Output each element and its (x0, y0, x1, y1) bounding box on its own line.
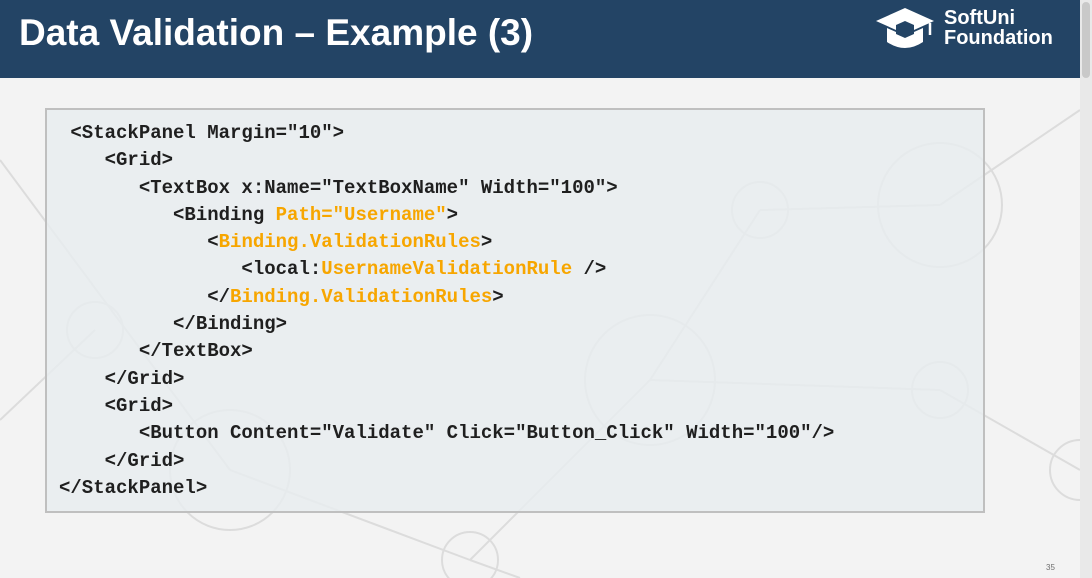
code-token: </TextBox> (59, 340, 253, 363)
code-token: <Grid> (59, 394, 174, 417)
code-token: <TextBox x:Name="TextBoxName" Width="100… (59, 176, 618, 199)
vertical-scrollbar[interactable] (1080, 0, 1092, 578)
code-token: </Binding> (59, 313, 288, 336)
code-token: </ (59, 285, 231, 308)
code-line: </StackPanel> (59, 475, 834, 502)
page-number: 35 (1046, 563, 1055, 572)
code-line: <Binding.ValidationRules> (59, 229, 834, 256)
slide-title: Data Validation – Example (3) (19, 12, 534, 53)
code-token-highlight: UsernameValidationRule (321, 258, 573, 281)
code-token: </StackPanel> (59, 476, 208, 499)
slide-header: Data Validation – Example (3) SoftUni Fo… (0, 0, 1080, 78)
code-token: </Grid> (59, 367, 185, 390)
code-line: <TextBox x:Name="TextBoxName" Width="100… (59, 175, 834, 202)
code-token-highlight: Binding.ValidationRules (218, 231, 481, 254)
softuni-logo: SoftUni Foundation (874, 4, 1074, 54)
graduation-cap-icon (876, 8, 934, 48)
scrollbar-thumb[interactable] (1082, 2, 1090, 78)
code-block: <StackPanel Margin="10"> <Grid> <TextBox… (45, 108, 985, 513)
code-line: </Binding.ValidationRules> (59, 284, 834, 311)
logo-line-softuni: SoftUni (944, 7, 1016, 29)
code-token: < (59, 231, 219, 254)
code-token: <Binding (59, 203, 276, 226)
code-line: </TextBox> (59, 338, 834, 365)
code-line: <local:UsernameValidationRule /> (59, 256, 834, 283)
code-line: </Grid> (59, 366, 834, 393)
code-line: </Grid> (59, 448, 834, 475)
code-token: <StackPanel Margin="10"> (59, 122, 345, 144)
code-token-highlight: Path="Username" (275, 203, 447, 226)
logo-wordmark: SoftUni Foundation (944, 8, 1053, 48)
code-line: </Binding> (59, 311, 834, 338)
code-token: > (446, 203, 459, 226)
code-token: > (480, 231, 493, 254)
code-line: <StackPanel Margin="10"> (59, 120, 834, 147)
code-line: <Binding Path="Username"> (59, 202, 834, 229)
code-token: > (492, 285, 504, 308)
code-line: <Button Content="Validate" Click="Button… (59, 420, 835, 447)
logo-line-foundation: Foundation (944, 27, 1053, 49)
code-token: <Grid> (59, 149, 174, 172)
code-token: /> (572, 258, 607, 281)
code-line: <Grid> (59, 393, 834, 420)
code-line: <Grid> (59, 147, 834, 174)
code-token: </Grid> (59, 449, 185, 472)
code-token: <Button Content="Validate" Click="Button… (59, 422, 835, 445)
code-token: <local: (59, 258, 322, 281)
code-listing: <StackPanel Margin="10"> <Grid> <TextBox… (59, 120, 834, 502)
code-token-highlight: Binding.ValidationRules (230, 285, 493, 308)
